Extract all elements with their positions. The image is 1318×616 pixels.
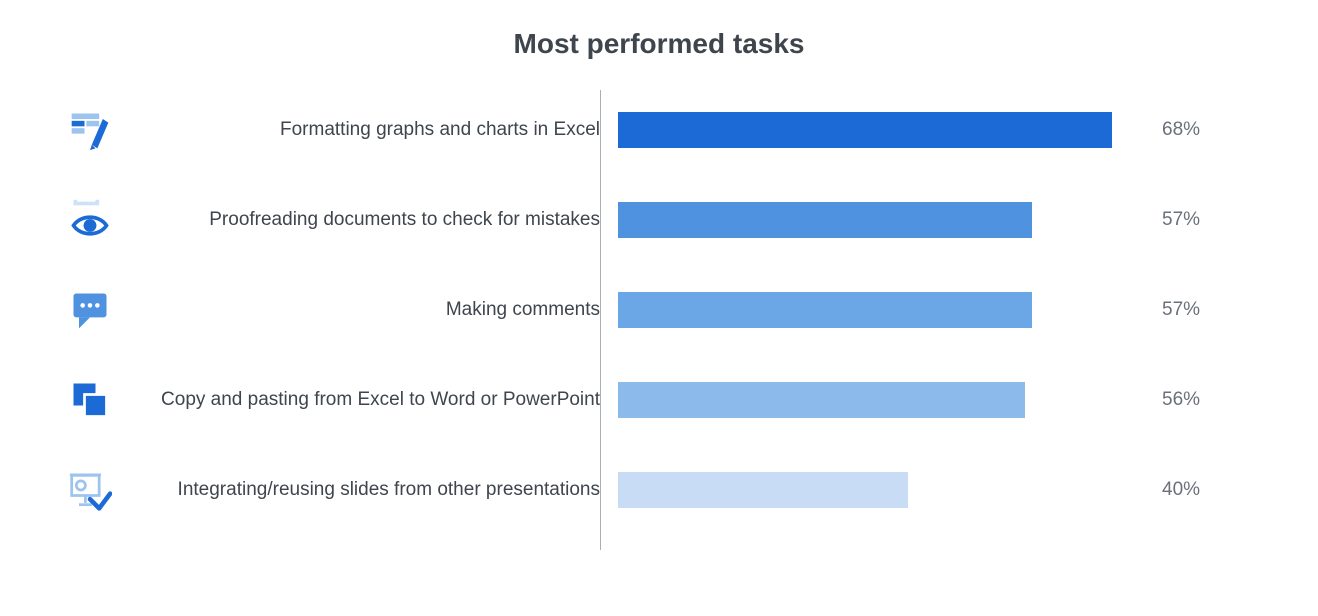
chart-container: Most performed tasks Formatting graphs a… — [0, 0, 1318, 616]
bar — [618, 202, 1032, 238]
bar — [618, 292, 1032, 328]
category-label: Integrating/reusing slides from other pr… — [120, 479, 618, 501]
bar-track — [618, 382, 1148, 418]
bar-track — [618, 112, 1148, 148]
comment-icon — [60, 288, 120, 332]
proofread-eye-icon — [60, 198, 120, 242]
y-axis-line — [600, 90, 601, 550]
category-label: Making comments — [120, 299, 618, 321]
chart-row: Making comments 57% — [60, 270, 1258, 350]
category-label: Proofreading documents to check for mist… — [120, 209, 618, 231]
chart-row: Proofreading documents to check for mist… — [60, 180, 1258, 260]
value-label: 68% — [1148, 119, 1200, 141]
chart-row: Integrating/reusing slides from other pr… — [60, 450, 1258, 530]
category-label: Copy and pasting from Excel to Word or P… — [120, 389, 618, 411]
value-label: 56% — [1148, 389, 1200, 411]
value-label: 57% — [1148, 299, 1200, 321]
chart-rows: Formatting graphs and charts in Excel 68%… — [60, 90, 1258, 530]
chart-row: Copy and pasting from Excel to Word or P… — [60, 360, 1258, 440]
bar — [618, 112, 1112, 148]
copy-paste-icon — [60, 378, 120, 422]
chart-row: Formatting graphs and charts in Excel 68% — [60, 90, 1258, 170]
bar-track — [618, 292, 1148, 328]
chart-title: Most performed tasks — [60, 28, 1258, 60]
bar — [618, 472, 908, 508]
slides-reuse-icon — [60, 468, 120, 512]
value-label: 40% — [1148, 479, 1200, 501]
bar — [618, 382, 1025, 418]
excel-format-icon — [60, 108, 120, 152]
bar-track — [618, 202, 1148, 238]
value-label: 57% — [1148, 209, 1200, 231]
bar-track — [618, 472, 1148, 508]
category-label: Formatting graphs and charts in Excel — [120, 119, 618, 141]
